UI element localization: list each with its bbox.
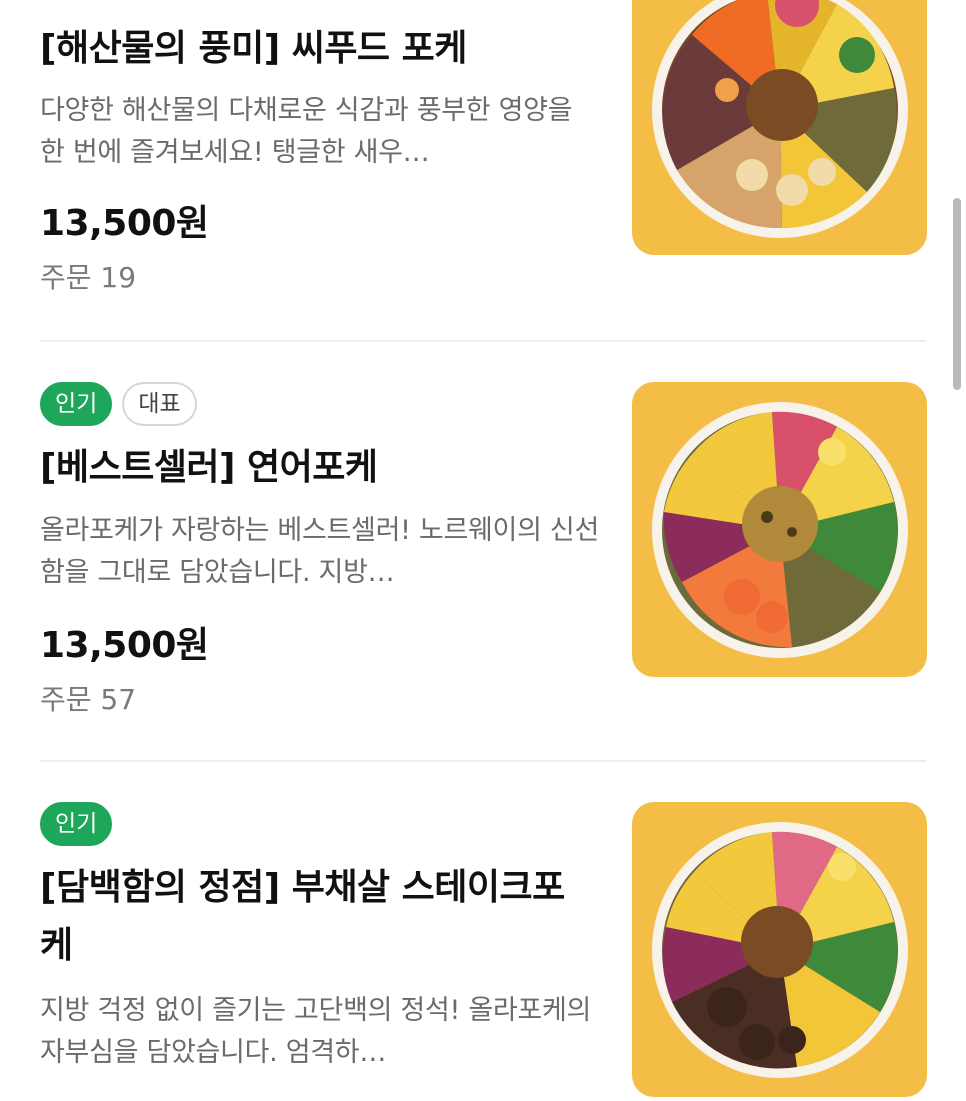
menu-item-price: 13,500원 xyxy=(40,625,209,666)
menu-item-seafood-poke[interactable]: [해산물의 풍미] 씨푸드 포케 다양한 해산물의 다채로운 식감과 풍부한 영… xyxy=(0,0,966,340)
popular-badge: 인기 xyxy=(40,802,113,846)
menu-item-order-count: 주문 57 xyxy=(40,683,137,716)
badge-group: 인기 대표 xyxy=(40,382,197,426)
menu-item-order-count: 주문 19 xyxy=(40,261,137,294)
menu-item-description: 올라포케가 자랑하는 베스트셀러! 노르웨이의 신선함을 그대로 담았습니다. … xyxy=(40,515,599,588)
menu-item-title: [담백함의 정점] 부채살 스테이크포케 xyxy=(40,867,565,966)
menu-list: [해산물의 풍미] 씨푸드 포케 다양한 해산물의 다채로운 식감과 풍부한 영… xyxy=(0,0,966,1101)
popular-badge: 인기 xyxy=(40,382,113,426)
menu-item-description: 지방 걱정 없이 즐기는 고단백의 정석! 올라포케의 자부심을 담았습니다. … xyxy=(40,995,592,1068)
menu-item-salmon-poke[interactable]: 인기 대표 [베스트셀러] 연어포케 올라포케가 자랑하는 베스트셀러! 노르웨… xyxy=(0,342,966,760)
scrollbar[interactable] xyxy=(953,198,961,390)
seafood-poke-bowl-image xyxy=(632,0,927,255)
menu-item-price: 13,500원 xyxy=(40,203,209,244)
signature-badge: 대표 xyxy=(122,382,197,426)
menu-item-description: 다양한 해산물의 다채로운 식감과 풍부한 영양을 한 번에 즐겨보세요! 탱글… xyxy=(40,95,573,168)
menu-item-title: [베스트셀러] 연어포케 xyxy=(40,447,378,488)
steak-poke-bowl-image xyxy=(632,802,927,1097)
menu-item-steak-poke[interactable]: 인기 [담백함의 정점] 부채살 스테이크포케 지방 걱정 없이 즐기는 고단백… xyxy=(0,762,966,1101)
menu-item-title: [해산물의 풍미] 씨푸드 포케 xyxy=(40,28,467,69)
badge-group: 인기 xyxy=(40,802,113,846)
salmon-poke-bowl-image xyxy=(632,382,927,677)
